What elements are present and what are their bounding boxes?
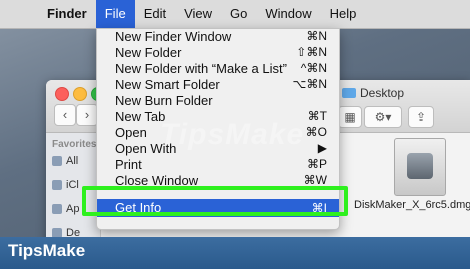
menu-item-label: Print (115, 157, 142, 172)
sidebar-item-label: iCl (66, 179, 79, 191)
submenu-arrow-icon: ▶ (317, 141, 327, 155)
menu-item-label: New Folder (115, 45, 182, 60)
menu-item-new-smart-folder[interactable]: New Smart Folder ⌥⌘N (97, 77, 339, 93)
brand-logo: TipsMake (8, 241, 86, 260)
menu-item-label: New Smart Folder (115, 77, 220, 92)
menu-item-label: New Folder with “Make a List” (115, 61, 287, 76)
watermark-text: TipsMake (160, 118, 305, 151)
menu-view[interactable]: View (175, 0, 221, 28)
menu-help[interactable]: Help (321, 0, 366, 28)
sidebar-item-applications[interactable]: Ap (52, 203, 79, 215)
folder-icon (342, 88, 356, 98)
minimize-window-button[interactable] (73, 87, 87, 101)
menu-item-label: New Finder Window (115, 29, 232, 44)
menu-finder[interactable]: Finder (38, 0, 96, 28)
menu-go[interactable]: Go (221, 0, 256, 28)
menu-window[interactable]: Window (256, 0, 320, 28)
close-window-button[interactable] (55, 87, 69, 101)
menu-item-new-finder-window[interactable]: New Finder Window ⌘N (97, 29, 339, 45)
forward-button[interactable]: › (76, 104, 98, 126)
share-button[interactable]: ⇪ (408, 106, 434, 128)
menu-bar: Finder File Edit View Go Window Help (0, 0, 470, 29)
shortcut-label: ⌘P (306, 157, 327, 171)
menu-item-new-burn-folder[interactable]: New Burn Folder (97, 93, 339, 109)
menu-item-label: New Tab (115, 109, 166, 124)
shortcut-label: ⇧⌘N (296, 45, 327, 59)
shortcut-label: ⌘O (305, 125, 327, 139)
file-name-label: DiskMaker_X_6rc5.dmg (354, 199, 470, 211)
shortcut-label: ⌥⌘N (292, 77, 328, 91)
sidebar-heading: Favorites (52, 139, 97, 150)
all-files-icon (52, 156, 62, 166)
window-title-text: Desktop (360, 86, 405, 100)
menu-item-new-folder-with-list[interactable]: New Folder with “Make a List” ^⌘N (97, 61, 339, 77)
window-title: Desktop (342, 86, 404, 100)
menu-file[interactable]: File (95, 0, 135, 28)
dmg-file-icon[interactable] (394, 138, 446, 196)
sidebar-item-label: All (66, 155, 79, 167)
sidebar-item-all[interactable]: All (52, 155, 78, 167)
menu-item-label: Open (115, 125, 147, 140)
menu-edit[interactable]: Edit (135, 0, 175, 28)
menu-item-label: New Burn Folder (115, 93, 213, 108)
view-options-button[interactable]: ▦ (338, 106, 362, 128)
applications-icon (52, 204, 62, 214)
shortcut-label: ⌘N (306, 29, 327, 43)
back-button[interactable]: ‹ (54, 104, 76, 126)
shortcut-label: ⌘W (303, 173, 327, 187)
disk-image-icon (407, 153, 433, 179)
menu-item-print[interactable]: Print ⌘P (97, 157, 339, 173)
menu-item-new-folder[interactable]: New Folder ⇧⌘N (97, 45, 339, 61)
sidebar-item-label: Ap (66, 203, 80, 215)
shortcut-label: ^⌘N (300, 61, 327, 75)
cloud-icon (52, 180, 62, 190)
sidebar-item-icloud[interactable]: iCl (52, 179, 79, 191)
shortcut-label: ⌘T (307, 109, 327, 123)
action-gear-button[interactable]: ⚙▾ (364, 106, 402, 128)
callout-highlight (82, 186, 348, 216)
